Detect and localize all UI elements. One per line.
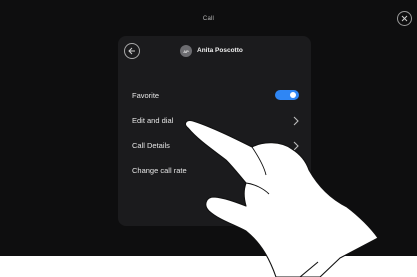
close-button[interactable] xyxy=(397,11,412,26)
favorite-row[interactable]: Favorite xyxy=(118,87,311,105)
close-icon xyxy=(401,15,408,22)
toggle-knob xyxy=(290,92,296,98)
call-details-row[interactable]: Call Details xyxy=(118,137,311,155)
chevron-right-icon xyxy=(293,116,299,126)
call-screen: Call AP Anita Poscotto Favorite Edit and… xyxy=(0,0,417,256)
change-call-rate-row[interactable]: Change call rate xyxy=(118,162,311,180)
contact-name: Anita Poscotto xyxy=(197,47,243,54)
page-title: Call xyxy=(202,16,215,22)
arrow-left-icon xyxy=(128,47,135,55)
favorite-label: Favorite xyxy=(132,91,160,100)
edit-and-dial-label: Edit and dial xyxy=(132,116,174,125)
chevron-right-icon xyxy=(293,141,299,151)
edit-and-dial-row[interactable]: Edit and dial xyxy=(118,112,311,130)
avatar: AP xyxy=(180,45,192,57)
change-call-rate-label: Change call rate xyxy=(132,166,187,175)
favorite-toggle[interactable] xyxy=(275,90,299,100)
call-details-label: Call Details xyxy=(132,141,170,150)
back-button[interactable] xyxy=(124,43,140,59)
contact-options-card: AP Anita Poscotto Favorite Edit and dial… xyxy=(118,36,311,226)
